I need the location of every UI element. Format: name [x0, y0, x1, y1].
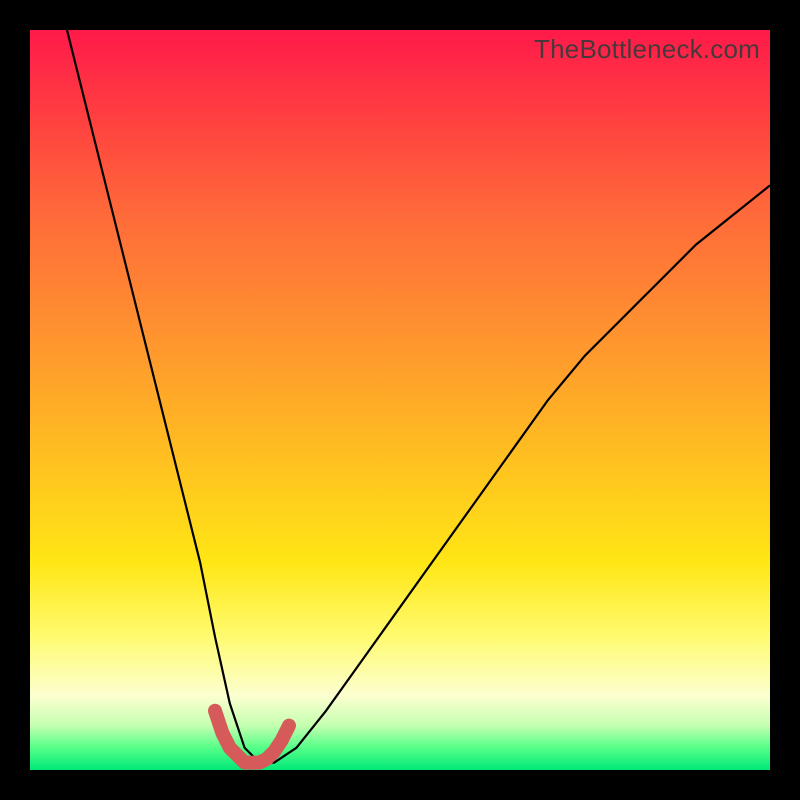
chart-area: TheBottleneck.com: [30, 30, 770, 770]
bottleneck-curve-svg: [30, 30, 770, 770]
curve-group: [67, 30, 770, 763]
bottleneck-curve-path: [67, 30, 770, 763]
watermark-text: TheBottleneck.com: [534, 34, 760, 65]
